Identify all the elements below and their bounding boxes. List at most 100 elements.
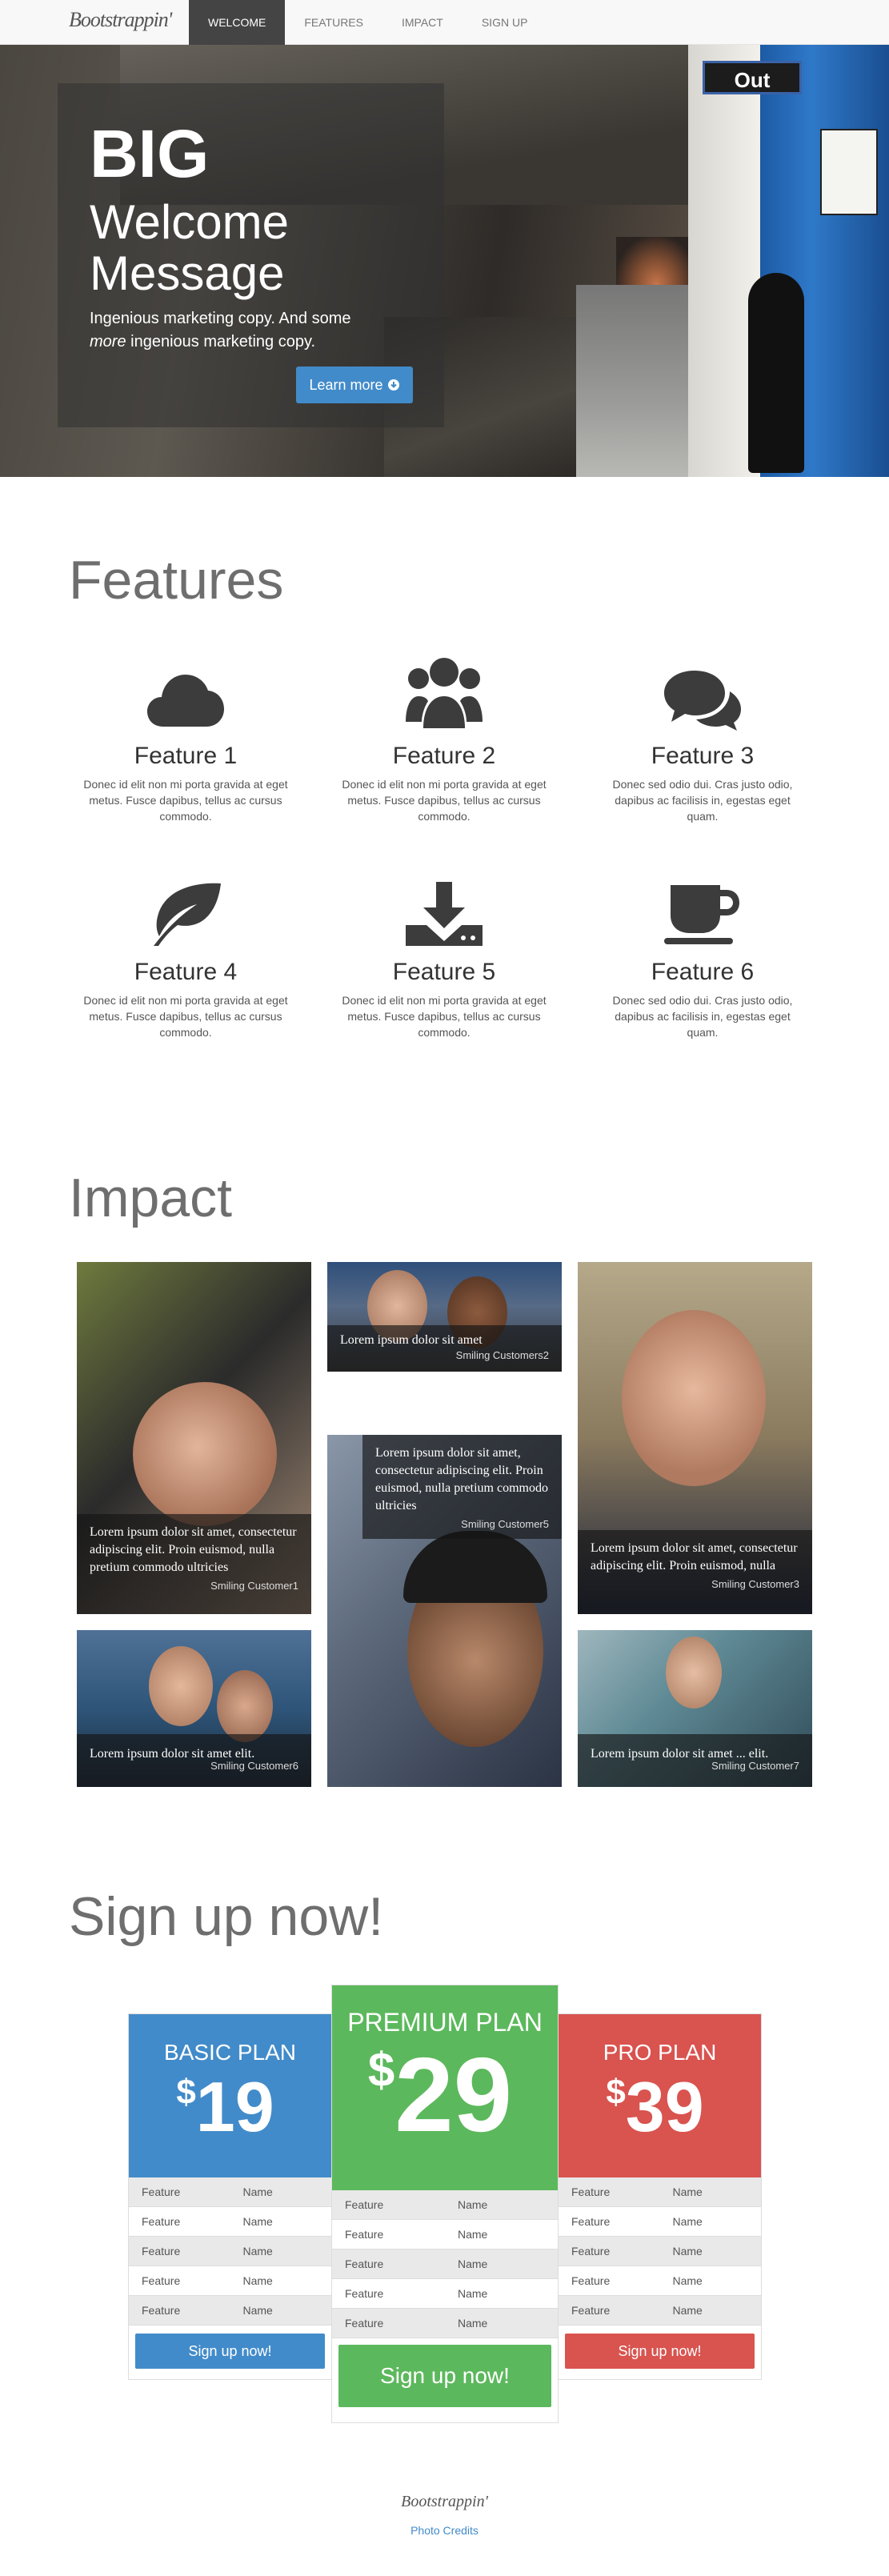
- plan-price: $39: [549, 2072, 761, 2142]
- row-name: Name: [672, 2245, 703, 2258]
- nav-item-features[interactable]: FEATURES: [285, 0, 382, 45]
- feature-card-4: Feature 4 Donec id elit non mi porta gra…: [82, 871, 290, 1040]
- plan-feature-list: Feature Name Feature Name Feature Name Feat…: [332, 2190, 558, 2338]
- price-value: 29: [394, 2036, 513, 2153]
- tile-text: Lorem ipsum dolor sit amet, consectetur …: [375, 1446, 548, 1512]
- feature-card-2: Feature 2 Donec id elit non mi porta gra…: [340, 655, 548, 824]
- plan-button-wrap: Sign up now!: [332, 2338, 558, 2414]
- plan-row: Feature Name: [332, 2249, 558, 2279]
- feature-title: Feature 5: [392, 959, 496, 985]
- chat-icon: [664, 671, 741, 731]
- plan-button-wrap: Sign up now!: [129, 2326, 331, 2377]
- nav-item-impact[interactable]: IMPACT: [382, 0, 463, 45]
- learn-more-label: Learn more: [309, 377, 383, 393]
- plan-row: Feature Name: [332, 2309, 558, 2338]
- users-icon: [406, 658, 483, 728]
- plan-card-basic: BASIC PLAN $19 Feature Name Feature Name F…: [128, 2013, 332, 2380]
- row-feature: Feature: [345, 2228, 384, 2241]
- plan-row: Feature Name: [559, 2266, 761, 2296]
- download-icon: [406, 882, 483, 946]
- impact-tile-5[interactable]: Lorem ipsum dolor sit amet, consectetur …: [327, 1435, 562, 1787]
- plan-row: Feature Name: [129, 2237, 331, 2266]
- signup-button-premium[interactable]: Sign up now!: [338, 2345, 551, 2407]
- hero-photo-person: [748, 273, 804, 473]
- coffee-icon: [664, 885, 739, 944]
- row-name: Name: [242, 2304, 273, 2317]
- tile-caption-name: Smiling Customer1: [210, 1580, 298, 1592]
- plan-row: Feature Name: [332, 2190, 558, 2220]
- impact-tile-3[interactable]: Lorem ipsum dolor sit amet, consectetur …: [578, 1262, 812, 1614]
- tagline-part-b: ingenious marketing copy.: [130, 333, 316, 351]
- customer-photo: [133, 1382, 277, 1526]
- plan-header: PRO PLAN $39: [559, 2014, 761, 2177]
- feature-text: Donec id elit non mi porta gravida at eg…: [83, 994, 288, 1039]
- feature-text: Donec id elit non mi porta gravida at eg…: [83, 778, 288, 823]
- row-name: Name: [242, 2215, 273, 2228]
- row-name: Name: [242, 2274, 273, 2287]
- plan-row: Feature Name: [129, 2207, 331, 2237]
- leaf-icon: [154, 883, 221, 946]
- row-feature: Feature: [571, 2215, 611, 2228]
- plan-card-pro: PRO PLAN $39 Feature Name Feature Name Fea…: [558, 2013, 762, 2380]
- feature-text: Donec sed odio dui. Cras justo odio, dap…: [612, 778, 793, 823]
- feature-card-1: Feature 1 Donec id elit non mi porta gra…: [82, 655, 290, 824]
- row-feature: Feature: [345, 2317, 384, 2330]
- customer-photo: [217, 1670, 273, 1742]
- row-name: Name: [458, 2258, 488, 2270]
- platform-sign: [820, 129, 878, 215]
- impact-tile-2[interactable]: Lorem ipsum dolor sit amet Smiling Custo…: [327, 1262, 562, 1372]
- feature-text: Donec id elit non mi porta gravida at eg…: [342, 778, 547, 823]
- tile-caption: Lorem ipsum dolor sit amet ... elit. Smi…: [578, 1734, 812, 1787]
- tile-caption: Lorem ipsum dolor sit amet, consectetur …: [77, 1514, 311, 1614]
- photo-credits-link[interactable]: Photo Credits: [0, 2524, 889, 2537]
- feature-title: Feature 6: [651, 959, 755, 985]
- tagline-part-a: Ingenious marketing copy. And some: [90, 310, 351, 327]
- tile-caption-name: Smiling Customers2: [455, 1349, 549, 1361]
- hero-tagline: Ingenious marketing copy. And some more …: [90, 307, 426, 354]
- row-feature: Feature: [345, 2287, 384, 2300]
- impact-tile-1[interactable]: Lorem ipsum dolor sit amet, consectetur …: [77, 1262, 311, 1614]
- price-value: 39: [625, 2067, 704, 2146]
- hero-welcome-text: Welcome Message: [90, 195, 289, 300]
- learn-more-button[interactable]: Learn more: [296, 367, 413, 403]
- feature-card-6: Feature 6 Donec sed odio dui. Cras justo…: [599, 871, 807, 1040]
- out-sign: Out: [703, 61, 802, 94]
- signup-button-pro[interactable]: Sign up now!: [565, 2334, 755, 2369]
- plan-feature-list: Feature Name Feature Name Feature Name Feat…: [129, 2177, 331, 2326]
- plan-row: Feature Name: [332, 2220, 558, 2249]
- plan-row: Feature Name: [559, 2296, 761, 2326]
- currency-symbol: $: [176, 2073, 196, 2112]
- feature-title: Feature 3: [651, 743, 755, 769]
- nav-item-sign-up[interactable]: SIGN UP: [463, 0, 547, 45]
- feature-title: Feature 2: [392, 743, 496, 769]
- row-name: Name: [672, 2274, 703, 2287]
- row-name: Name: [458, 2287, 488, 2300]
- tile-caption-name: Smiling Customer5: [461, 1518, 549, 1530]
- signup-button-basic[interactable]: Sign up now!: [135, 2334, 325, 2369]
- row-feature: Feature: [142, 2215, 181, 2228]
- plan-button-wrap: Sign up now!: [559, 2326, 761, 2377]
- plan-header: PREMIUM PLAN $29: [332, 1985, 558, 2190]
- feature-title: Feature 1: [134, 743, 238, 769]
- row-feature: Feature: [142, 2274, 181, 2287]
- plan-row: Feature Name: [129, 2266, 331, 2296]
- impact-tile-6[interactable]: Lorem ipsum dolor sit amet elit. Smiling…: [77, 1630, 311, 1787]
- plan-name: PRO PLAN: [603, 2040, 717, 2065]
- customer-photo: [622, 1310, 766, 1486]
- feature-card-5: Feature 5 Donec id elit non mi porta gra…: [340, 871, 548, 1040]
- currency-symbol: $: [367, 2043, 395, 2097]
- row-name: Name: [458, 2198, 488, 2211]
- nav-item-welcome[interactable]: WELCOME: [189, 0, 286, 45]
- row-name: Name: [458, 2228, 488, 2241]
- brand-logo[interactable]: Bootstrappin': [69, 8, 172, 32]
- row-name: Name: [458, 2317, 488, 2330]
- row-name: Name: [672, 2215, 703, 2228]
- plan-card-premium: PREMIUM PLAN $29 Feature Name Feature Name…: [331, 1985, 559, 2423]
- feature-text: Donec id elit non mi porta gravida at eg…: [342, 994, 547, 1039]
- impact-tile-7[interactable]: Lorem ipsum dolor sit amet ... elit. Smi…: [578, 1630, 812, 1787]
- row-name: Name: [672, 2304, 703, 2317]
- hero-big-text: BIG: [90, 116, 210, 191]
- tile-caption: Lorem ipsum dolor sit amet elit. Smiling…: [77, 1734, 311, 1787]
- row-name: Name: [242, 2245, 273, 2258]
- row-feature: Feature: [142, 2304, 181, 2317]
